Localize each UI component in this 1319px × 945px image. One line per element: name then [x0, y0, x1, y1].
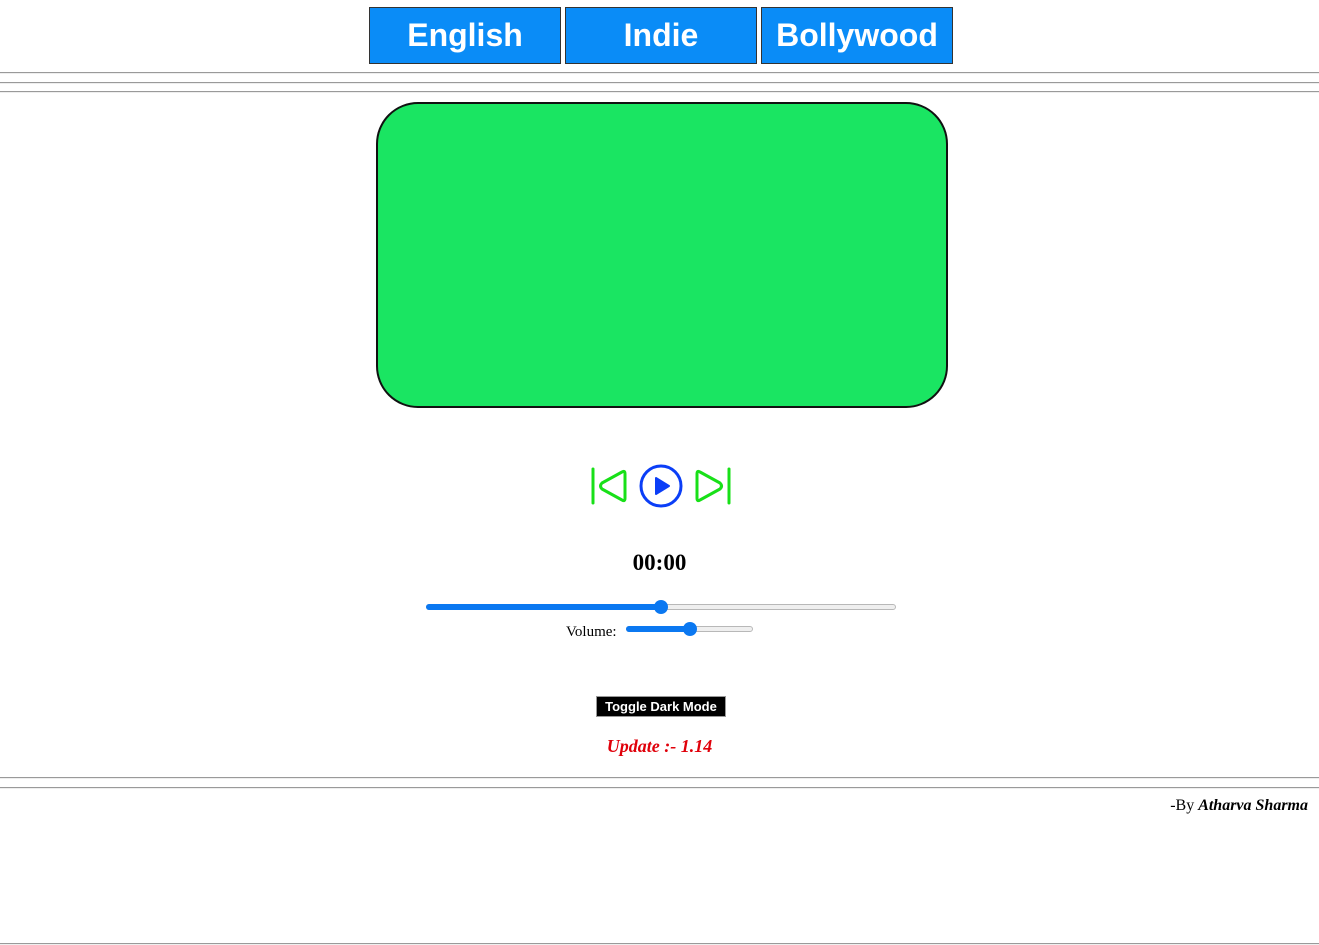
nav-button-bollywood[interactable]: Bollywood	[761, 7, 953, 64]
genre-nav: English Indie Bollywood	[369, 7, 957, 64]
divider	[0, 82, 1319, 84]
volume-slider[interactable]	[626, 622, 753, 636]
play-circle-icon[interactable]	[638, 463, 684, 509]
skip-back-icon[interactable]	[588, 463, 628, 509]
nav-button-indie[interactable]: Indie	[565, 7, 757, 64]
volume-slider-thumb[interactable]	[683, 622, 697, 636]
divider	[0, 777, 1319, 779]
progress-slider-thumb[interactable]	[654, 600, 668, 614]
divider	[0, 72, 1319, 74]
credit-author: Atharva Sharma	[1198, 797, 1308, 814]
update-version-text: Update :- 1.14	[606, 736, 713, 756]
skip-forward-icon[interactable]	[694, 463, 734, 509]
playback-controls	[588, 463, 734, 509]
progress-slider[interactable]	[426, 600, 896, 614]
nav-button-english[interactable]: English	[369, 7, 561, 64]
player-screen	[376, 102, 948, 408]
page: English Indie Bollywood 00:00 Volume: To…	[0, 0, 1319, 945]
elapsed-time: 00:00	[632, 550, 687, 575]
credit-prefix: -By	[1170, 797, 1195, 814]
toggle-dark-mode-button[interactable]: Toggle Dark Mode	[596, 696, 726, 717]
divider	[0, 787, 1319, 789]
author-credit: -By Atharva Sharma	[1170, 797, 1308, 815]
volume-slider-fill	[626, 626, 690, 632]
progress-slider-fill	[426, 604, 661, 610]
divider	[0, 91, 1319, 93]
volume-label: Volume:	[566, 624, 617, 640]
